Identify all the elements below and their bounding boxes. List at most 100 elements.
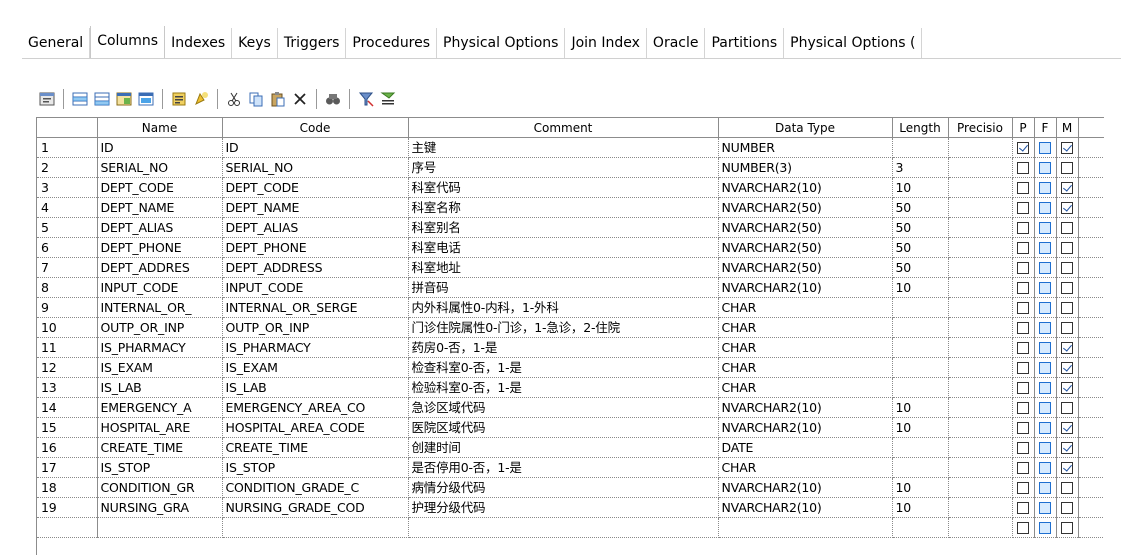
table-row[interactable]: 14 EMERGENCY_A EMERGENCY_AREA_CO 急诊区域代码 NVAR… (37, 397, 1104, 418)
column-code-cell[interactable]: HOSPITAL_AREA_CODE (222, 417, 409, 438)
primary-cell[interactable] (1012, 217, 1035, 238)
column-data-type-cell[interactable]: NVARCHAR2(50) (718, 237, 893, 258)
foreign-checkbox[interactable] (1039, 162, 1051, 174)
empty-cell[interactable] (37, 517, 98, 538)
table-row[interactable]: 18 CONDITION_GR CONDITION_GRADE_C 病情分级代码 NVA… (37, 477, 1104, 498)
empty-cell[interactable] (222, 517, 409, 538)
empty-cell[interactable] (718, 517, 893, 538)
mandatory-checkbox[interactable] (1061, 162, 1073, 174)
mandatory-checkbox[interactable] (1061, 242, 1073, 254)
column-precision-cell[interactable] (948, 477, 1013, 498)
mandatory-checkbox[interactable] (1061, 402, 1073, 414)
empty-cell[interactable] (892, 517, 949, 538)
mandatory-checkbox[interactable] (1061, 342, 1073, 354)
tab-physical-options[interactable]: Physical Options (437, 28, 566, 58)
mandatory-cell[interactable] (1056, 297, 1079, 318)
mandatory-checkbox[interactable] (1061, 502, 1073, 514)
column-name-cell[interactable]: EMERGENCY_A (97, 397, 223, 418)
column-data-type-cell[interactable]: NVARCHAR2(10) (718, 397, 893, 418)
column-comment-cell[interactable]: 科室名称 (408, 197, 719, 218)
foreign-cell[interactable] (1034, 417, 1057, 438)
tab-general[interactable]: General (22, 28, 91, 58)
primary-empty-cell[interactable] (1012, 517, 1035, 538)
column-data-type-cell[interactable]: NVARCHAR2(50) (718, 217, 893, 238)
column-code-cell[interactable]: DEPT_ALIAS (222, 217, 409, 238)
primary-checkbox[interactable] (1017, 202, 1029, 214)
column-length-cell[interactable] (892, 357, 949, 378)
row-number[interactable]: 7 (37, 257, 98, 278)
tab-partitions[interactable]: Partitions (705, 28, 785, 58)
column-name-cell[interactable]: DEPT_ALIAS (97, 217, 223, 238)
mandatory-checkbox[interactable] (1061, 302, 1073, 314)
mandatory-cell[interactable] (1056, 177, 1079, 198)
column-name-cell[interactable]: IS_EXAM (97, 357, 223, 378)
column-name-cell[interactable]: DEPT_PHONE (97, 237, 223, 258)
foreign-checkbox[interactable] (1039, 202, 1051, 214)
column-data-type-cell[interactable]: NVARCHAR2(10) (718, 497, 893, 518)
tab-join-index[interactable]: Join Index (565, 28, 647, 58)
foreign-cell[interactable] (1034, 197, 1057, 218)
column-name-cell[interactable]: DEPT_ADDRES (97, 257, 223, 278)
column-length-cell[interactable] (892, 317, 949, 338)
delete-row-icon[interactable] (135, 88, 157, 110)
row-number[interactable]: 6 (37, 237, 98, 258)
mandatory-empty-checkbox[interactable] (1061, 522, 1073, 534)
primary-checkbox[interactable] (1017, 222, 1029, 234)
table-row[interactable]: 16 CREATE_TIME CREATE_TIME 创建时间 DATE (37, 437, 1104, 458)
primary-checkbox[interactable] (1017, 462, 1029, 474)
primary-checkbox[interactable] (1017, 402, 1029, 414)
column-code-cell[interactable]: IS_STOP (222, 457, 409, 478)
column-precision-cell[interactable] (948, 337, 1013, 358)
foreign-checkbox[interactable] (1039, 422, 1051, 434)
column-comment-cell[interactable]: 科室地址 (408, 257, 719, 278)
column-code-cell[interactable]: INPUT_CODE (222, 277, 409, 298)
table-row[interactable]: 1 ID ID 主键 NUMBER (37, 137, 1104, 158)
new-domain-icon[interactable] (190, 88, 212, 110)
column-data-type-cell[interactable]: CHAR (718, 457, 893, 478)
column-length-cell[interactable] (892, 137, 949, 158)
table-row[interactable]: 4 DEPT_NAME DEPT_NAME 科室名称 NVARCHAR2(50) 50 (37, 197, 1104, 218)
column-precision-cell[interactable] (948, 277, 1013, 298)
row-number[interactable]: 16 (37, 437, 98, 458)
column-name-cell[interactable]: INTERNAL_OR_ (97, 297, 223, 318)
row-number[interactable]: 13 (37, 377, 98, 398)
primary-cell[interactable] (1012, 157, 1035, 178)
column-code-cell[interactable]: CREATE_TIME (222, 437, 409, 458)
table-row[interactable]: 5 DEPT_ALIAS DEPT_ALIAS 科室别名 NVARCHAR2(50) 50 (37, 217, 1104, 238)
column-name-cell[interactable]: SERIAL_NO (97, 157, 223, 178)
column-comment-cell[interactable]: 科室电话 (408, 237, 719, 258)
tab-indexes[interactable]: Indexes (165, 28, 233, 58)
row-number[interactable]: 9 (37, 297, 98, 318)
column-data-type-cell[interactable]: NVARCHAR2(50) (718, 197, 893, 218)
foreign-cell[interactable] (1034, 377, 1057, 398)
column-code-cell[interactable]: NURSING_GRADE_COD (222, 497, 409, 518)
column-code-cell[interactable]: ID (222, 137, 409, 158)
primary-checkbox[interactable] (1017, 162, 1029, 174)
column-data-type-cell[interactable]: NVARCHAR2(50) (718, 257, 893, 278)
properties-icon[interactable] (36, 88, 58, 110)
row-number[interactable]: 10 (37, 317, 98, 338)
table-row[interactable]: 15 HOSPITAL_ARE HOSPITAL_AREA_CODE 医院区域代码 NV… (37, 417, 1104, 438)
empty-row[interactable] (37, 517, 1104, 538)
column-length-cell[interactable]: 10 (892, 177, 949, 198)
mandatory-cell[interactable] (1056, 197, 1079, 218)
table-row[interactable]: 12 IS_EXAM IS_EXAM 检查科室0-否，1-是 CHAR (37, 357, 1104, 378)
mandatory-checkbox[interactable] (1061, 182, 1073, 194)
primary-cell[interactable] (1012, 137, 1035, 158)
mandatory-cell[interactable] (1056, 237, 1079, 258)
mandatory-cell[interactable] (1056, 397, 1079, 418)
column-precision-cell[interactable] (948, 357, 1013, 378)
row-number[interactable]: 3 (37, 177, 98, 198)
table-row[interactable]: 3 DEPT_CODE DEPT_CODE 科室代码 NVARCHAR2(10) 10 (37, 177, 1104, 198)
foreign-checkbox[interactable] (1039, 402, 1051, 414)
primary-checkbox[interactable] (1017, 482, 1029, 494)
column-name-cell[interactable]: ID (97, 137, 223, 158)
column-name-cell[interactable]: IS_PHARMACY (97, 337, 223, 358)
column-data-type-cell[interactable]: NUMBER (718, 137, 893, 158)
mandatory-cell[interactable] (1056, 277, 1079, 298)
column-comment-cell[interactable]: 科室代码 (408, 177, 719, 198)
column-data-type-cell[interactable]: NVARCHAR2(10) (718, 277, 893, 298)
foreign-cell[interactable] (1034, 297, 1057, 318)
column-data-type-cell[interactable]: CHAR (718, 377, 893, 398)
foreign-checkbox[interactable] (1039, 362, 1051, 374)
